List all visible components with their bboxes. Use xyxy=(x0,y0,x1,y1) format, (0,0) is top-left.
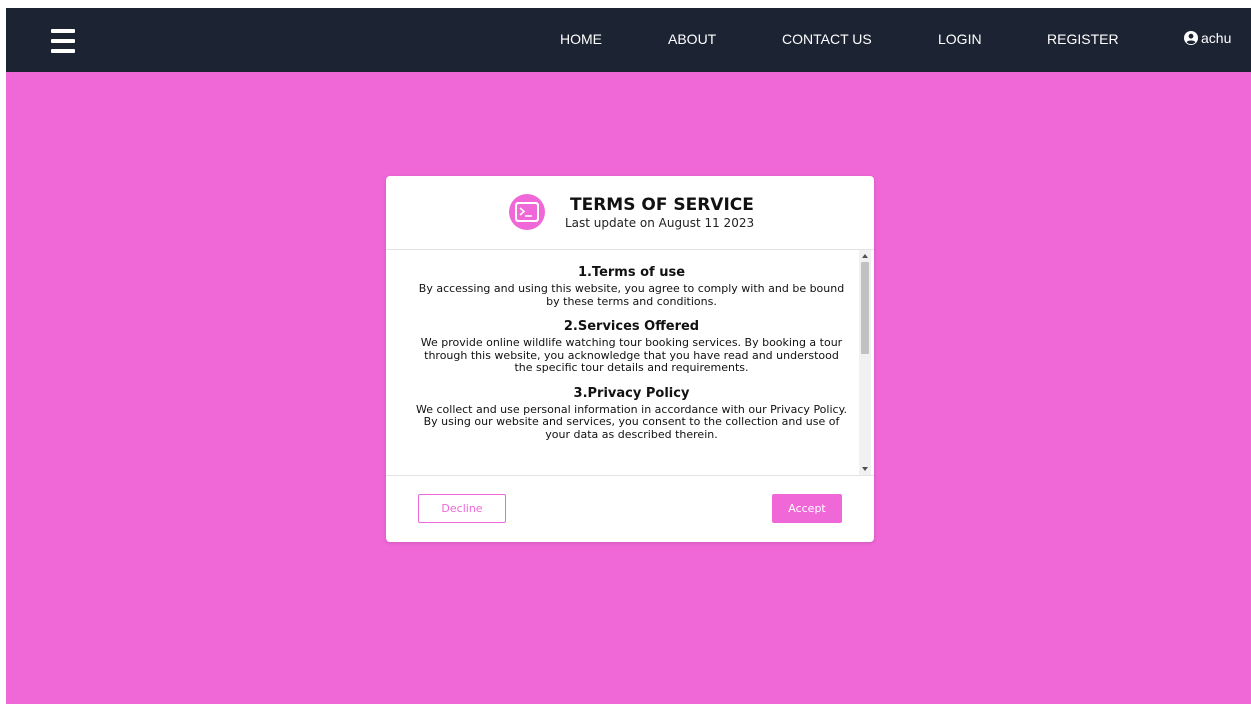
scrollbar[interactable] xyxy=(859,250,871,475)
section-title: 3.Privacy Policy xyxy=(573,385,690,401)
section-text: We provide online wildlife watching tour… xyxy=(420,336,843,374)
section-text: We collect and use personal information … xyxy=(415,402,848,441)
accept-button[interactable]: Accept xyxy=(772,494,842,523)
scroll-up-icon[interactable] xyxy=(862,254,868,258)
top-navbar: HOME ABOUT CONTACT US LOGIN REGISTER ach… xyxy=(6,8,1251,72)
nav-link-contact-us[interactable]: CONTACT US xyxy=(782,31,872,47)
scroll-down-icon[interactable] xyxy=(862,467,868,471)
decline-button[interactable]: Decline xyxy=(418,494,506,523)
section-title: 1.Terms of use xyxy=(577,265,686,280)
terms-scroll-area[interactable]: 1.Terms of use By accessing and using th… xyxy=(386,250,874,476)
scrollbar-thumb[interactable] xyxy=(861,262,869,354)
terms-modal: TERMS OF SERVICE Last update on August 1… xyxy=(386,176,874,542)
section-title: 2.Services Offered xyxy=(563,319,700,334)
terms-content: 1.Terms of use By accessing and using th… xyxy=(414,264,849,451)
page-background: HOME ABOUT CONTACT US LOGIN REGISTER ach… xyxy=(6,8,1251,704)
user-circle-icon xyxy=(1184,31,1198,45)
user-name: achu xyxy=(1201,30,1232,46)
user-menu[interactable]: achu xyxy=(1184,30,1231,46)
nav-link-login[interactable]: LOGIN xyxy=(938,31,982,47)
hamburger-menu-icon[interactable] xyxy=(51,28,75,54)
nav-link-home[interactable]: HOME xyxy=(560,31,602,47)
modal-header: TERMS OF SERVICE Last update on August 1… xyxy=(386,176,874,250)
modal-title: TERMS OF SERVICE xyxy=(570,195,754,215)
modal-subtitle: Last update on August 11 2023 xyxy=(565,216,755,230)
terminal-icon xyxy=(509,194,545,230)
nav-link-about[interactable]: ABOUT xyxy=(668,31,716,47)
section-text: By accessing and using this website, you… xyxy=(418,282,845,308)
nav-link-register[interactable]: REGISTER xyxy=(1047,31,1119,47)
